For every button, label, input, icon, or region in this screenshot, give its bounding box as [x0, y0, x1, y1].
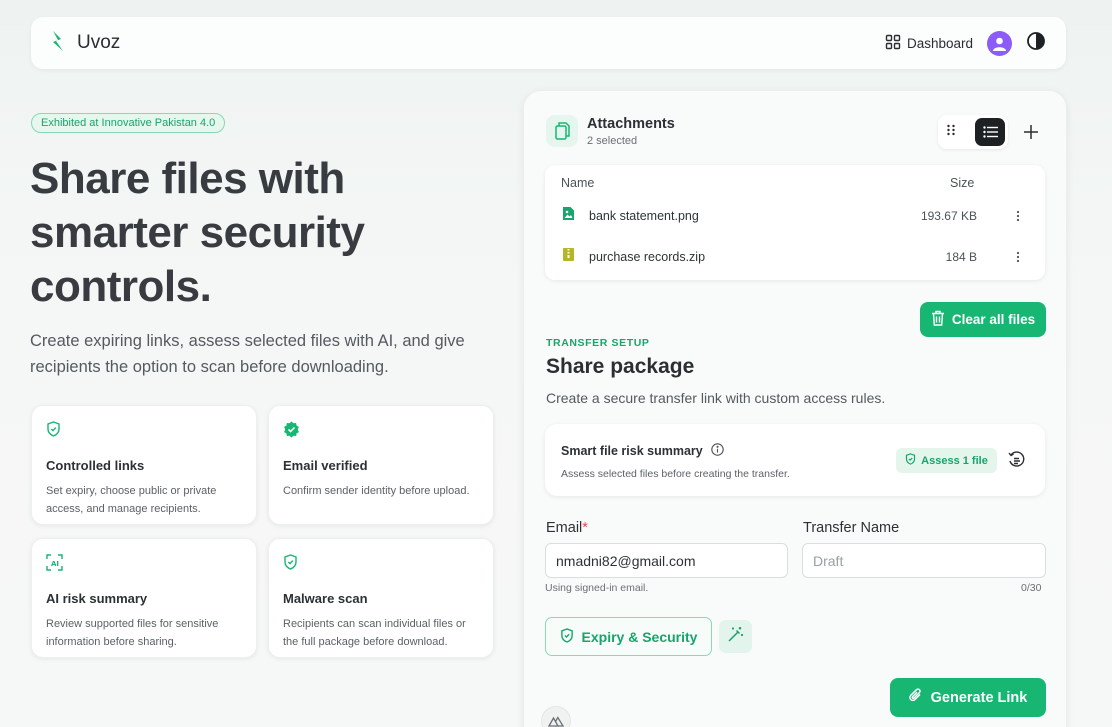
section-eyebrow: TRANSFER SETUP [546, 337, 650, 349]
email-label: Email* [546, 520, 588, 536]
generate-link-label: Generate Link [930, 689, 1028, 706]
file-size: 193.67 KB [920, 209, 977, 223]
feature-title: AI risk summary [46, 591, 148, 606]
exhibition-badge: Exhibited at Innovative Pakistan 4.0 [31, 113, 226, 133]
brand[interactable]: Uvoz [49, 30, 120, 57]
top-navbar: Uvoz Dashboard [31, 17, 1066, 69]
table-row[interactable]: purchase records.zip 184 B [545, 238, 1045, 276]
brand-name: Uvoz [77, 32, 121, 53]
feature-desc: Confirm sender identity before upload. [283, 485, 470, 497]
feature-card-malware-scan: Malware scan Recipients can scan individ… [268, 538, 494, 658]
feature-title: Controlled links [46, 458, 145, 473]
feature-card-email-verified: Email verified Confirm sender identity b… [268, 405, 494, 525]
view-toggle [938, 115, 1008, 149]
paperclip-icon [908, 688, 923, 707]
character-counter: 0/30 [1021, 582, 1042, 594]
info-icon[interactable] [711, 443, 724, 459]
magic-wand-button[interactable] [719, 620, 752, 653]
grid-icon [885, 34, 901, 53]
column-header-name: Name [561, 176, 595, 190]
feature-title: Malware scan [283, 591, 368, 606]
file-table: Name Size bank statement.png 193.67 KB p… [545, 165, 1045, 280]
history-icon[interactable] [1008, 451, 1026, 474]
expiry-security-label: Expiry & Security [581, 628, 698, 645]
more-options-icon[interactable] [1015, 251, 1021, 263]
risk-summary-title: Smart file risk summary [561, 444, 703, 458]
feature-desc: Recipients can scan individual files or … [283, 618, 466, 648]
hero-subtitle: Create expiring links, assess selected f… [30, 332, 465, 376]
shield-icon [905, 453, 916, 468]
ai-scan-icon: AI [46, 554, 63, 575]
svg-text:AI: AI [51, 560, 59, 568]
attachments-title: Attachments [587, 115, 675, 132]
table-row[interactable]: bank statement.png 193.67 KB [545, 197, 1045, 235]
bolt-logo-icon [49, 30, 67, 57]
section-subtitle: Create a secure transfer link with custo… [546, 390, 886, 406]
transfer-panel: Attachments 2 selected Name Size bank st… [523, 90, 1067, 727]
file-name: purchase records.zip [589, 250, 706, 264]
magic-wand-icon [727, 626, 744, 648]
more-options-icon[interactable] [1015, 210, 1021, 222]
section-title: Share package [546, 355, 695, 378]
theme-toggle-icon[interactable] [1026, 31, 1046, 56]
email-hint: Using signed-in email. [545, 582, 649, 594]
shield-icon [283, 554, 298, 574]
image-file-icon [562, 206, 575, 226]
required-mark: * [582, 520, 588, 536]
dashboard-label: Dashboard [906, 35, 973, 51]
shield-icon [560, 627, 574, 646]
hero-title: Share files with smarter security contro… [30, 154, 365, 311]
transfer-name-input[interactable]: Draft [802, 543, 1046, 578]
add-file-icon[interactable] [1020, 121, 1042, 143]
expiry-security-button[interactable]: Expiry & Security [545, 617, 712, 656]
document-icon [546, 115, 578, 147]
zip-file-icon [562, 247, 575, 267]
column-header-size: Size [950, 176, 975, 190]
assess-files-button[interactable]: Assess 1 file [896, 448, 997, 473]
feature-desc: Set expiry, choose public or private acc… [46, 485, 217, 515]
feature-title: Email verified [283, 458, 368, 473]
shield-icon [46, 421, 61, 441]
nuxt-logo-icon[interactable] [541, 706, 571, 727]
clear-all-files-button[interactable]: Clear all files [920, 302, 1046, 337]
transfer-name-label: Transfer Name [803, 520, 900, 536]
generate-link-button[interactable]: Generate Link [890, 678, 1046, 717]
list-view-icon[interactable] [975, 118, 1005, 146]
clear-all-files-label: Clear all files [951, 312, 1036, 327]
grid-view-icon[interactable] [946, 123, 956, 141]
file-name: bank statement.png [589, 209, 699, 223]
risk-summary-desc: Assess selected files before creating th… [561, 468, 790, 480]
verified-badge-icon [283, 421, 300, 442]
feature-card-controlled-links: Controlled links Set expiry, choose publ… [31, 405, 257, 525]
assess-files-label: Assess 1 file [921, 454, 988, 467]
feature-desc: Review supported files for sensitive inf… [46, 618, 219, 648]
avatar[interactable] [987, 30, 1012, 56]
email-label-text: Email [546, 520, 583, 536]
trash-icon [931, 310, 945, 329]
attachments-count: 2 selected [587, 134, 638, 147]
email-field[interactable]: nmadni82@gmail.com [545, 543, 788, 578]
file-size: 184 B [945, 250, 977, 264]
feature-card-ai-risk-summary: AI AI risk summary Review supported file… [31, 538, 257, 658]
dashboard-link[interactable]: Dashboard [885, 34, 973, 53]
risk-summary-card: Smart file risk summary Assess selected … [545, 424, 1045, 496]
